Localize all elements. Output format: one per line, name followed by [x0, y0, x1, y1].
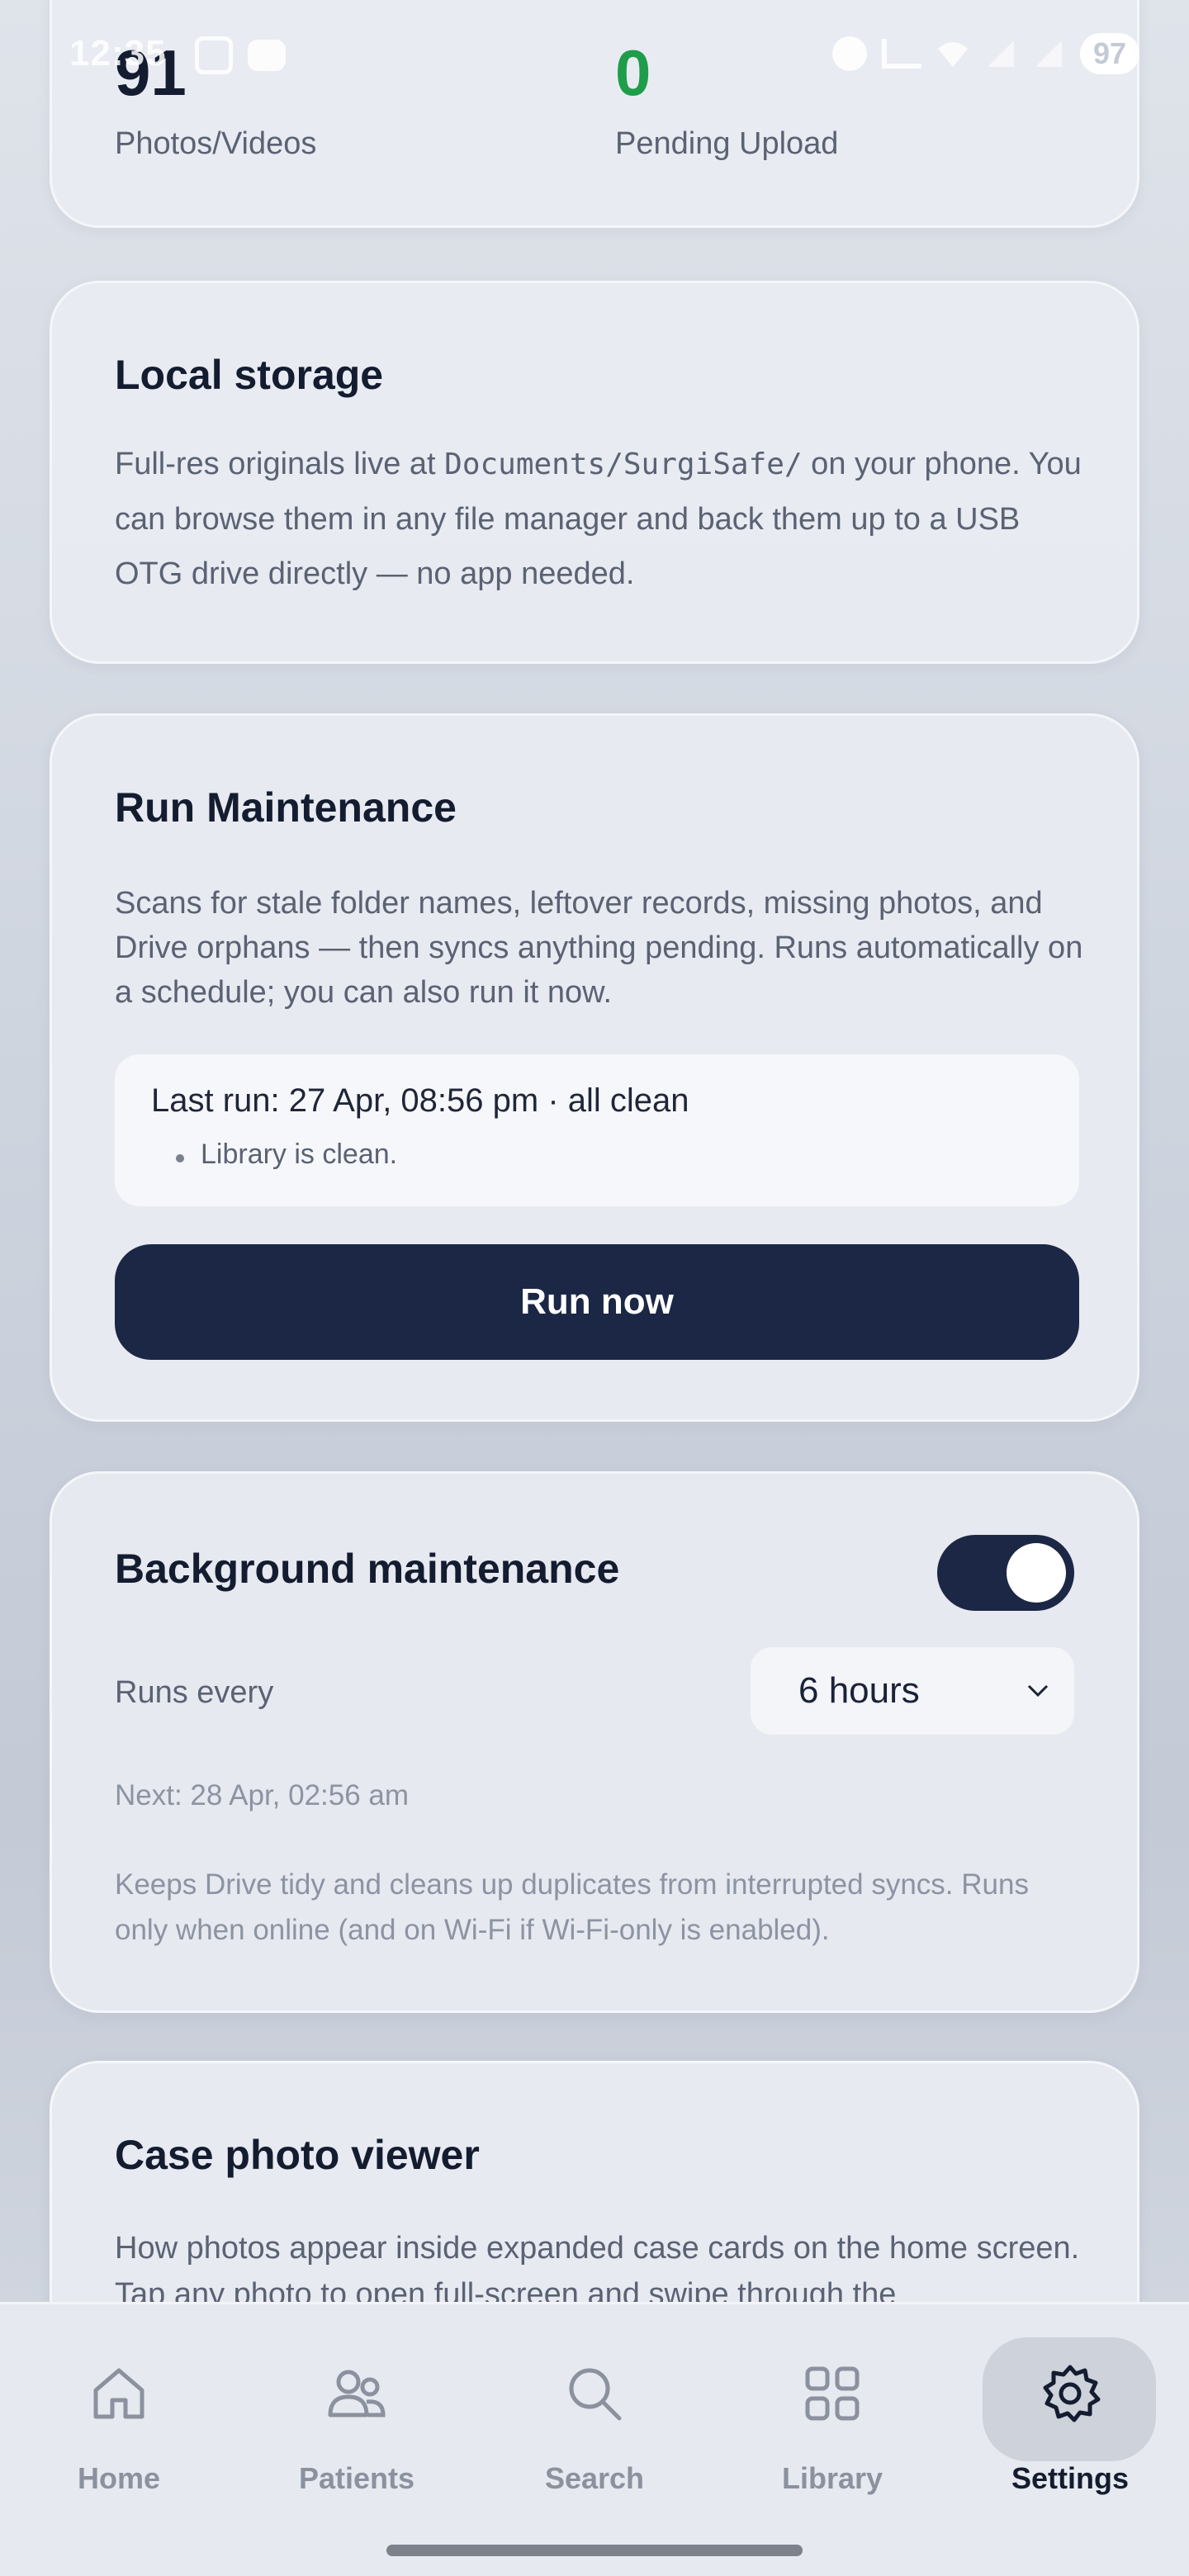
nav-item-settings[interactable]: Settings [979, 2337, 1161, 2519]
nav-label-patients: Patients [298, 2461, 415, 2495]
bottom-navigation: Home Patients Search Library Settings [0, 2302, 1189, 2576]
wifi-icon [937, 42, 968, 67]
chevron-down-icon [1027, 1684, 1049, 1698]
home-indicator[interactable] [386, 2545, 803, 2556]
last-run-text: Last run: 27 Apr, 08:56 pm · all clean [151, 1082, 689, 1119]
nav-label-search: Search [544, 2461, 645, 2495]
signal-icon [987, 40, 1014, 67]
last-run-item: Library is clean. [201, 1139, 398, 1170]
interval-select[interactable]: 6 hours [751, 1647, 1074, 1735]
battery-indicator: 97 [1079, 33, 1139, 74]
maintenance-description: Scans for stale folder names, leftover r… [115, 886, 1083, 1010]
library-icon [805, 2366, 860, 2421]
search-icon [569, 2368, 622, 2421]
message-icon [248, 40, 286, 71]
local-storage-text: Full-res originals live at Documents/Sur… [115, 437, 1089, 601]
settings-icon [1043, 2365, 1101, 2422]
last-run-panel: Last run: 27 Apr, 08:56 pm · all clean L… [115, 1054, 1079, 1206]
interval-value: 6 hours [798, 1670, 920, 1711]
home-icon [93, 2368, 144, 2419]
storage-path: Documents/SurgiSafe/ [444, 447, 803, 481]
maintenance-title: Run Maintenance [115, 784, 457, 831]
bullet-dot [176, 1154, 184, 1163]
nav-item-search[interactable]: Search [504, 2337, 685, 2519]
signal-icon-2 [1035, 40, 1062, 67]
nav-label-home: Home [77, 2461, 161, 2495]
screenshot-icon [195, 36, 233, 74]
nav-item-home[interactable]: Home [28, 2337, 210, 2519]
status-time: 12:35 [69, 33, 167, 73]
background-maintenance-card: Background maintenance Runs every 6 hour… [50, 1471, 1139, 2013]
local-storage-card: Local storage Full-res originals live at… [50, 281, 1139, 664]
photos-label: Photos/Videos [115, 126, 317, 161]
toggle-knob [1007, 1543, 1066, 1603]
dnd-icon [831, 36, 867, 71]
background-toggle[interactable] [937, 1535, 1074, 1611]
background-note: Keeps Drive tidy and cleans up duplicate… [115, 1868, 1029, 1946]
next-run-text: Next: 28 Apr, 02:56 am [115, 1779, 410, 1811]
local-storage-title: Local storage [115, 352, 384, 398]
storage-text-start: Full-res originals live at [115, 447, 445, 481]
run-now-button[interactable]: Run now [115, 1244, 1079, 1360]
nav-item-library[interactable]: Library [741, 2337, 923, 2519]
viewer-title: Case photo viewer [115, 2132, 480, 2178]
sleep-icon [881, 39, 921, 69]
maintenance-card: Run Maintenance Scans for stale folder n… [50, 713, 1139, 1422]
nav-item-patients[interactable]: Patients [266, 2337, 448, 2519]
system-icons: 97 [831, 33, 1139, 74]
background-title: Background maintenance [115, 1546, 620, 1592]
notification-icons [195, 36, 286, 74]
runs-every-label: Runs every [115, 1675, 274, 1710]
nav-label-settings: Settings [1011, 2461, 1129, 2495]
patients-icon [328, 2370, 386, 2417]
status-bar: 12:35 97 [0, 0, 1189, 116]
pending-label: Pending Upload [615, 126, 839, 161]
nav-label-library: Library [781, 2461, 883, 2495]
